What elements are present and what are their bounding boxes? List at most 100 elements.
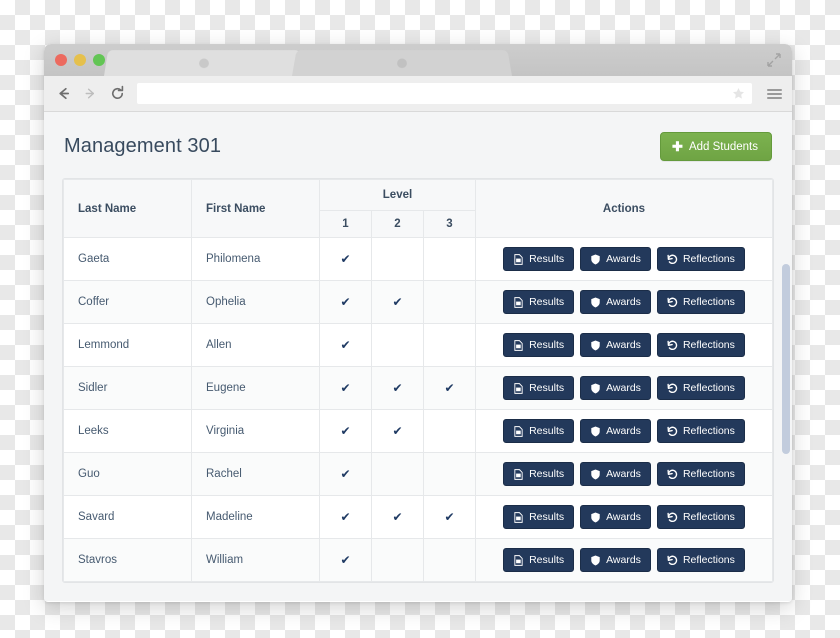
- cell-level-1[interactable]: ✔: [319, 237, 372, 281]
- cell-level-3[interactable]: ✔: [423, 495, 476, 539]
- reflections-button[interactable]: Reflections: [656, 548, 745, 572]
- browser-tab-1[interactable]: [104, 50, 304, 76]
- awards-button[interactable]: Awards: [580, 333, 651, 357]
- cell-level-1[interactable]: ✔: [319, 280, 372, 324]
- column-header-level-3[interactable]: 3: [423, 210, 476, 238]
- cell-level-3[interactable]: [423, 323, 476, 367]
- awards-button[interactable]: Awards: [580, 419, 651, 443]
- cell-level-3[interactable]: [423, 280, 476, 324]
- cell-level-1[interactable]: ✔: [319, 409, 372, 453]
- browser-tab-2[interactable]: [292, 50, 512, 76]
- reflections-button[interactable]: Reflections: [656, 247, 745, 271]
- column-header-last-name[interactable]: Last Name: [63, 179, 192, 238]
- cell-level-1[interactable]: ✔: [319, 323, 372, 367]
- results-label: Results: [529, 511, 565, 523]
- results-button[interactable]: Results: [503, 376, 575, 400]
- awards-button[interactable]: Awards: [580, 462, 651, 486]
- cell-last-name: Gaeta: [63, 237, 192, 281]
- cell-last-name: Lemmond: [63, 323, 192, 367]
- awards-button[interactable]: Awards: [580, 548, 651, 572]
- cell-level-1[interactable]: ✔: [319, 452, 372, 496]
- reload-icon[interactable]: [108, 85, 126, 103]
- arrow-left-icon[interactable]: [54, 85, 72, 103]
- cell-level-2[interactable]: ✔: [371, 280, 424, 324]
- cell-level-1[interactable]: ✔: [319, 495, 372, 539]
- cell-level-3[interactable]: [423, 538, 476, 582]
- cell-first-name: Rachel: [191, 452, 320, 496]
- cell-level-2[interactable]: [371, 452, 424, 496]
- results-button[interactable]: Results: [503, 247, 575, 271]
- cell-level-2[interactable]: [371, 237, 424, 281]
- table-row: Sidler Eugene ✔ ✔ ✔ Results Awards Reflections: [63, 366, 773, 410]
- awards-button[interactable]: Awards: [580, 376, 651, 400]
- results-label: Results: [529, 382, 565, 394]
- cell-level-2[interactable]: ✔: [371, 409, 424, 453]
- table-row: Savard Madeline ✔ ✔ ✔ Results Awards Reflection…: [63, 495, 773, 539]
- cell-level-2[interactable]: ✔: [371, 366, 424, 410]
- star-icon[interactable]: [732, 87, 745, 100]
- results-button[interactable]: Results: [503, 290, 575, 314]
- cell-level-1[interactable]: ✔: [319, 366, 372, 410]
- add-students-button[interactable]: ✚ Add Students: [660, 132, 772, 161]
- cell-level-3[interactable]: [423, 409, 476, 453]
- results-button[interactable]: Results: [503, 548, 575, 572]
- reflections-label: Reflections: [682, 253, 735, 265]
- column-header-level-1[interactable]: 1: [319, 210, 372, 238]
- favicon-icon: [397, 58, 407, 69]
- zoom-window-button[interactable]: [93, 54, 105, 66]
- awards-button[interactable]: Awards: [580, 505, 651, 529]
- awards-label: Awards: [606, 296, 641, 308]
- menu-line: [767, 96, 782, 99]
- cell-actions: Results Awards Reflections: [475, 538, 773, 582]
- shield-icon: [590, 512, 601, 523]
- plus-icon: ✚: [672, 139, 683, 154]
- cell-level-3[interactable]: [423, 237, 476, 281]
- results-button[interactable]: Results: [503, 419, 575, 443]
- cell-actions: Results Awards Reflections: [475, 280, 773, 324]
- cell-level-3[interactable]: ✔: [423, 366, 476, 410]
- reflections-button[interactable]: Reflections: [656, 376, 745, 400]
- cell-last-name: Sidler: [63, 366, 192, 410]
- cell-level-2[interactable]: [371, 538, 424, 582]
- reflections-button[interactable]: Reflections: [656, 462, 745, 486]
- cell-level-1[interactable]: ✔: [319, 538, 372, 582]
- reflections-label: Reflections: [682, 296, 735, 308]
- column-header-first-name[interactable]: First Name: [191, 179, 320, 238]
- reflections-button[interactable]: Reflections: [656, 333, 745, 357]
- cell-last-name: Guo: [63, 452, 192, 496]
- results-button[interactable]: Results: [503, 505, 575, 529]
- maximize-icon[interactable]: [767, 53, 781, 67]
- column-header-level-2[interactable]: 2: [371, 210, 424, 238]
- table-row: Stavros William ✔ Results Awards Reflections: [63, 538, 773, 582]
- page-scrollbar[interactable]: [782, 264, 790, 454]
- shield-icon: [590, 426, 601, 437]
- undo-rotate-icon: [667, 469, 678, 480]
- results-button[interactable]: Results: [503, 462, 575, 486]
- check-icon: ✔: [340, 423, 351, 438]
- awards-button[interactable]: Awards: [580, 247, 651, 271]
- results-label: Results: [529, 554, 565, 566]
- reflections-button[interactable]: Reflections: [656, 419, 745, 443]
- awards-button[interactable]: Awards: [580, 290, 651, 314]
- minimize-window-button[interactable]: [74, 54, 86, 66]
- hamburger-menu-icon[interactable]: [767, 88, 782, 99]
- results-button[interactable]: Results: [503, 333, 575, 357]
- address-bar[interactable]: [137, 83, 752, 104]
- awards-label: Awards: [606, 253, 641, 265]
- results-label: Results: [529, 468, 565, 480]
- undo-rotate-icon: [667, 426, 678, 437]
- reflections-button[interactable]: Reflections: [656, 505, 745, 529]
- cell-first-name: Philomena: [191, 237, 320, 281]
- cell-actions: Results Awards Reflections: [475, 323, 773, 367]
- awards-label: Awards: [606, 554, 641, 566]
- awards-label: Awards: [606, 468, 641, 480]
- cell-level-2[interactable]: ✔: [371, 495, 424, 539]
- close-window-button[interactable]: [55, 54, 67, 66]
- arrow-right-icon[interactable]: [81, 85, 99, 103]
- reflections-button[interactable]: Reflections: [656, 290, 745, 314]
- cell-level-3[interactable]: [423, 452, 476, 496]
- cell-level-2[interactable]: [371, 323, 424, 367]
- file-pdf-icon: [513, 296, 524, 308]
- cell-first-name: Eugene: [191, 366, 320, 410]
- cell-first-name: William: [191, 538, 320, 582]
